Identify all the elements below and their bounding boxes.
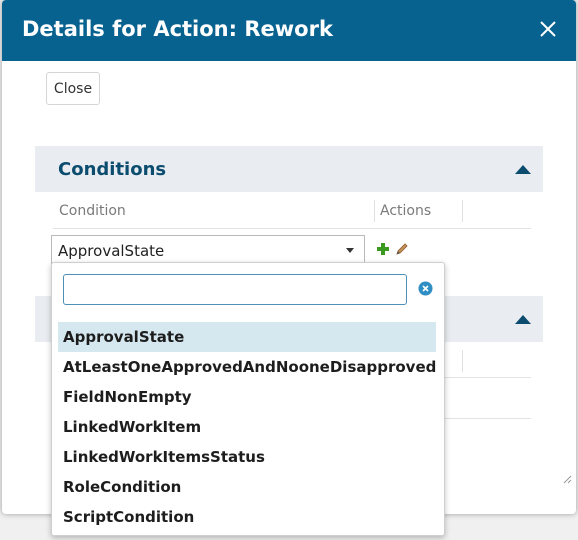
column-divider (462, 200, 463, 222)
dropdown-search-input[interactable] (63, 274, 407, 305)
dropdown-option[interactable]: FieldNonEmpty (58, 382, 436, 412)
clear-circle-icon[interactable] (418, 281, 433, 296)
dropdown-option[interactable]: RoleCondition (58, 472, 436, 502)
chevron-up-icon[interactable] (515, 165, 531, 174)
dropdown-option[interactable]: ScriptCondition (58, 502, 436, 532)
column-header-condition: Condition (59, 203, 126, 219)
condition-select[interactable]: ApprovalState (51, 235, 365, 264)
resize-grip-icon[interactable] (562, 474, 572, 484)
dropdown-option[interactable]: AtLeastOneApprovedAndNooneDisapproved (58, 352, 436, 382)
column-divider (462, 350, 463, 372)
conditions-title: Conditions (58, 159, 167, 180)
dialog-title: Details for Action: Rework (22, 17, 333, 41)
dropdown-option[interactable]: ApprovalState (58, 322, 436, 352)
chevron-down-icon (346, 248, 354, 253)
column-header-actions: Actions (380, 203, 432, 219)
close-button[interactable]: Close (46, 72, 100, 105)
dropdown-option[interactable]: LinkedWorkItem (58, 412, 436, 442)
condition-dropdown: ApprovalState AtLeastOneApprovedAndNoone… (51, 262, 445, 536)
dropdown-option[interactable]: LinkedWorkItemsStatus (58, 442, 436, 472)
conditions-section-header[interactable]: Conditions (35, 146, 543, 192)
condition-select-value: ApprovalState (58, 242, 165, 260)
dialog-titlebar: Details for Action: Rework (2, 0, 576, 61)
plus-icon[interactable] (376, 242, 390, 256)
dropdown-options: ApprovalState AtLeastOneApprovedAndNoone… (58, 322, 436, 532)
close-icon[interactable] (536, 17, 560, 41)
chevron-up-icon[interactable] (515, 315, 531, 324)
table-divider (53, 228, 531, 229)
pencil-icon[interactable] (395, 242, 409, 256)
column-divider (374, 200, 375, 222)
